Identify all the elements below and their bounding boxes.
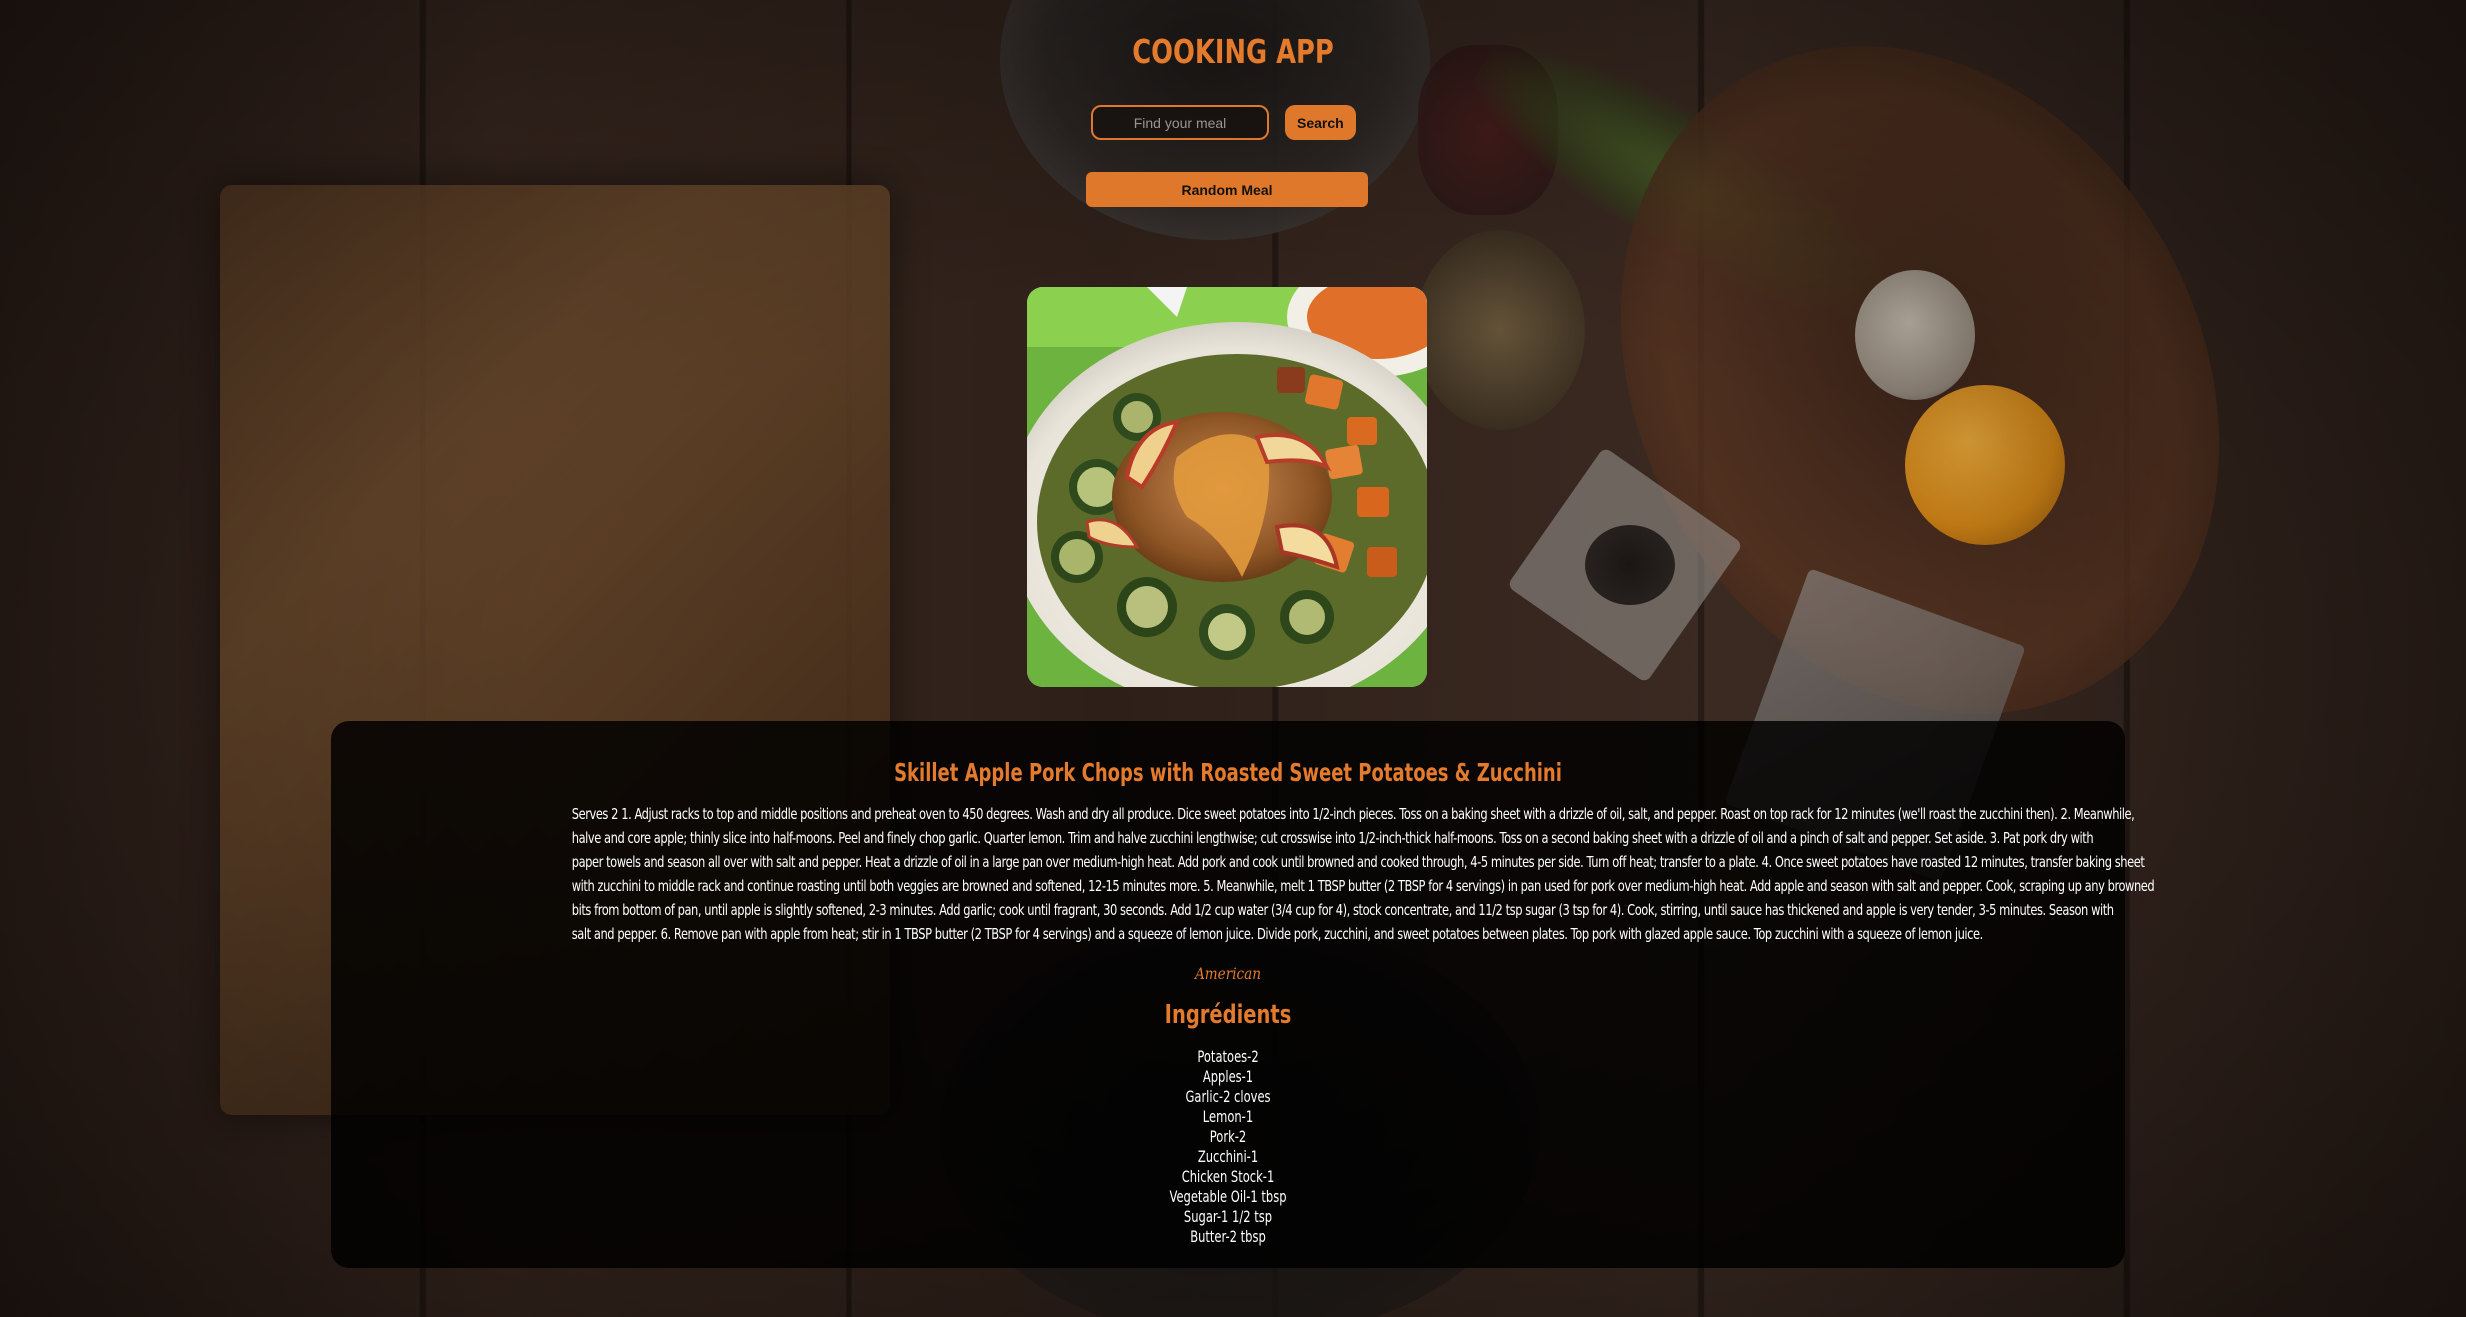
meal-title: Skillet Apple Pork Chops with Roasted Sw…: [894, 758, 1562, 787]
meal-image: [1027, 287, 1427, 687]
ingredient-item: Zucchini-1: [1197, 1147, 1259, 1166]
instruction-line: bits from bottom of pan, until apple is …: [571, 901, 2114, 919]
ingredient-item: Pork-2: [1209, 1127, 1247, 1146]
ingredients-heading: Ingrédients: [1164, 1000, 1292, 1030]
ingredient-item: Sugar-1 1/2 tsp: [1183, 1207, 1273, 1226]
random-meal-button[interactable]: Random Meal: [1086, 172, 1368, 207]
search-bar: Search: [1091, 105, 1356, 140]
food-photo-icon: [1027, 287, 1427, 687]
garlic-decoration: [1855, 270, 1975, 400]
ingredients-list: Potatoes-2 Apples-1 Garlic-2 cloves Lemo…: [331, 1047, 2125, 1247]
ingredient-item: Vegetable Oil-1 tbsp: [1169, 1187, 1287, 1206]
ingredient-item: Lemon-1: [1202, 1107, 1254, 1126]
instruction-line: salt and pepper. 6. Remove pan with appl…: [571, 925, 1984, 943]
lemon-decoration: [1905, 385, 2065, 545]
ingredient-item: Butter-2 tbsp: [1190, 1227, 1266, 1246]
instruction-line: paper towels and season all over with sa…: [571, 853, 2145, 871]
instruction-line: with zucchini to middle rack and continu…: [571, 877, 2155, 895]
search-button[interactable]: Search: [1285, 105, 1356, 140]
ingredient-item: Chicken Stock-1: [1181, 1167, 1275, 1186]
instruction-line: Serves 2 1. Adjust racks to top and midd…: [571, 805, 2135, 823]
app-title: COOKING APP: [1132, 32, 1334, 71]
ingredient-item: Potatoes-2: [1197, 1047, 1259, 1066]
instruction-line: halve and core apple; thinly slice into …: [571, 829, 2094, 847]
ingredient-item: Apples-1: [1202, 1067, 1254, 1086]
search-input[interactable]: [1091, 105, 1269, 140]
meal-area: American: [1194, 964, 1262, 983]
ingredient-item: Garlic-2 cloves: [1185, 1087, 1271, 1106]
peppercorn-decoration: [1585, 525, 1675, 605]
meal-instructions: Serves 2 1. Adjust racks to top and midd…: [341, 802, 2155, 946]
spice-jar-decoration: [1415, 230, 1585, 430]
